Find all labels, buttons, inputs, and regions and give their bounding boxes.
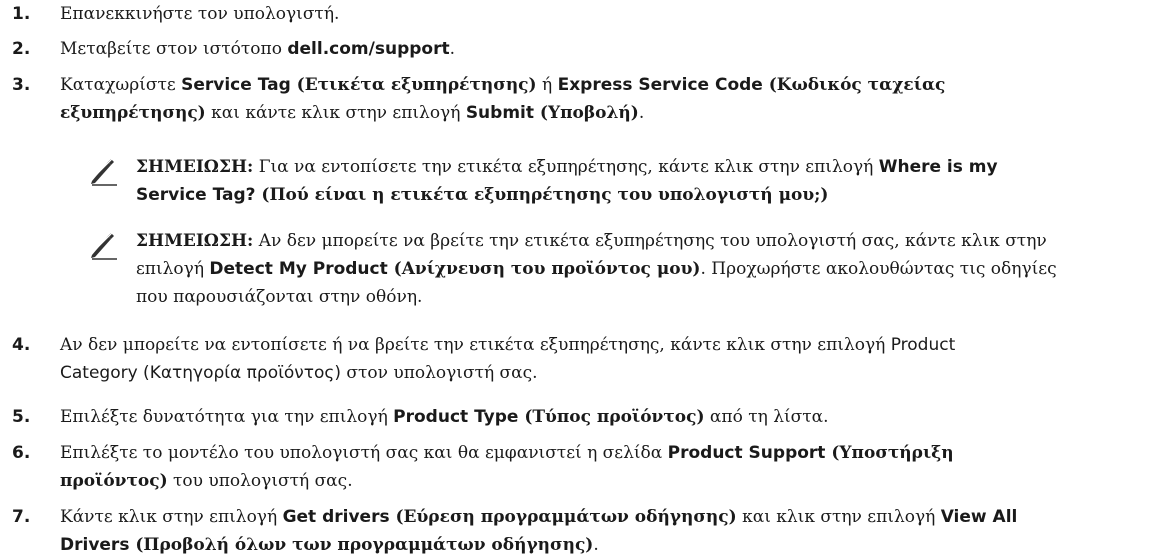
step-text: Επιλέξτε το μοντέλο του υπολογιστή σας κ… [60, 443, 668, 463]
step-6: 6. Επιλέξτε το μοντέλο του υπολογιστή σα… [12, 439, 1132, 495]
step-number: 1. [12, 4, 31, 24]
product-category-label-cont: Category (Κατηγορία προϊόντος) [60, 363, 341, 383]
step-text: . [593, 535, 599, 555]
product-category-label: Product [890, 335, 956, 355]
step-2: 2. Μεταβείτε στον ιστότοπο dell.com/supp… [12, 35, 1132, 63]
step-text: . [449, 39, 456, 59]
step-text: Καταχωρίστε [60, 75, 182, 95]
detect-my-product-translation: (Ανίχνευση του προϊόντος μου) [387, 259, 701, 279]
document-page: 1. Επανεκκινήστε τον υπολογιστή. 2. Μετα… [0, 0, 1150, 560]
step-4: 4. Αν δεν μπορείτε να εντοπίσετε ή να βρ… [12, 331, 1132, 387]
step-text: . [638, 103, 645, 123]
get-drivers-translation: (Εύρεση προγραμμάτων οδήγησης) [389, 507, 737, 527]
note-2: ΣΗΜΕΙΩΣΗ: Αν δεν μπορείτε να βρείτε την … [88, 227, 1138, 311]
step-text: Μεταβείτε στον ιστότοπο [60, 39, 288, 59]
view-all-drivers-translation: (Προβολή όλων των προγραμμάτων οδήγησης) [129, 535, 594, 555]
note-label: ΣΗΜΕΙΩΣΗ: [136, 157, 254, 177]
service-tag-label: Service Tag [181, 75, 291, 95]
product-support-translation: (Υποστήριξη [825, 443, 954, 463]
view-all-drivers-label: View All [940, 507, 1018, 527]
service-tag-translation: (Ετικέτα εξυπηρέτησης) [290, 75, 537, 95]
step-text: και κάντε κλικ στην επιλογή [205, 103, 466, 123]
pencil-note-icon [91, 156, 117, 186]
note-text: που παρουσιάζονται στην οθόνη. [136, 287, 423, 307]
step-number: 4. [12, 335, 31, 355]
pencil-note-icon [91, 230, 117, 260]
step-text: και κλικ στην επιλογή [736, 507, 941, 527]
product-support-translation-cont: προϊόντος) [60, 471, 168, 491]
step-text: του υπολογιστή σας. [167, 471, 353, 491]
where-is-service-tag-label: Where is my [878, 157, 998, 177]
note-text: Για να εντοπίσετε την ετικέτα εξυπηρέτησ… [253, 157, 879, 177]
where-is-service-tag-translation: (Πού είναι η ετικέτα εξυπηρέτησης του υπ… [255, 185, 829, 205]
step-number: 7. [12, 507, 31, 527]
step-text: ή [536, 75, 558, 95]
where-is-service-tag-label-cont: Service Tag? [136, 185, 256, 205]
express-service-code-label: Express Service Code [557, 75, 763, 95]
submit-translation: (Υποβολή) [534, 103, 639, 123]
get-drivers-label: Get drivers [282, 507, 390, 527]
step-text: Αν δεν μπορείτε να εντοπίσετε ή να βρείτ… [60, 335, 891, 355]
view-all-drivers-label-cont: Drivers [60, 535, 130, 555]
step-text: στον υπολογιστή σας. [341, 363, 538, 383]
step-1: 1. Επανεκκινήστε τον υπολογιστή. [12, 0, 1132, 28]
step-number: 2. [12, 39, 31, 59]
note-text: . Προχωρήστε ακολουθώντας τις οδηγίες [700, 259, 1057, 279]
product-type-translation: (Τύπος προϊόντος) [518, 407, 705, 427]
step-text: Επανεκκινήστε τον υπολογιστή. [60, 4, 340, 24]
step-text: από τη λίστα. [704, 407, 829, 427]
note-text: Αν δεν μπορείτε να βρείτε την ετικέτα εξ… [253, 231, 1047, 251]
step-3: 3. Καταχωρίστε Service Tag (Ετικέτα εξυπ… [12, 71, 1132, 127]
note-text: επιλογή [136, 259, 210, 279]
step-text: Επιλέξτε δυνατότητα για την επιλογή [60, 407, 394, 427]
step-7: 7. Κάντε κλικ στην επιλογή Get drivers (… [12, 503, 1132, 559]
support-link[interactable]: dell.com/support [287, 39, 449, 59]
submit-label: Submit [465, 103, 534, 123]
detect-my-product-label: Detect My Product [209, 259, 388, 279]
express-service-code-translation-cont: εξυπηρέτησης) [60, 103, 206, 123]
product-support-label: Product Support [667, 443, 826, 463]
step-number: 5. [12, 407, 31, 427]
step-text: Κάντε κλικ στην επιλογή [60, 507, 283, 527]
note-label: ΣΗΜΕΙΩΣΗ: [136, 231, 254, 251]
step-number: 3. [12, 75, 31, 95]
product-type-label: Product Type [393, 407, 519, 427]
note-1: ΣΗΜΕΙΩΣΗ: Για να εντοπίσετε την ετικέτα … [88, 153, 1138, 209]
step-number: 6. [12, 443, 31, 463]
express-service-code-translation: (Κωδικός ταχείας [762, 75, 946, 95]
step-5: 5. Επιλέξτε δυνατότητα για την επιλογή P… [12, 403, 1132, 431]
